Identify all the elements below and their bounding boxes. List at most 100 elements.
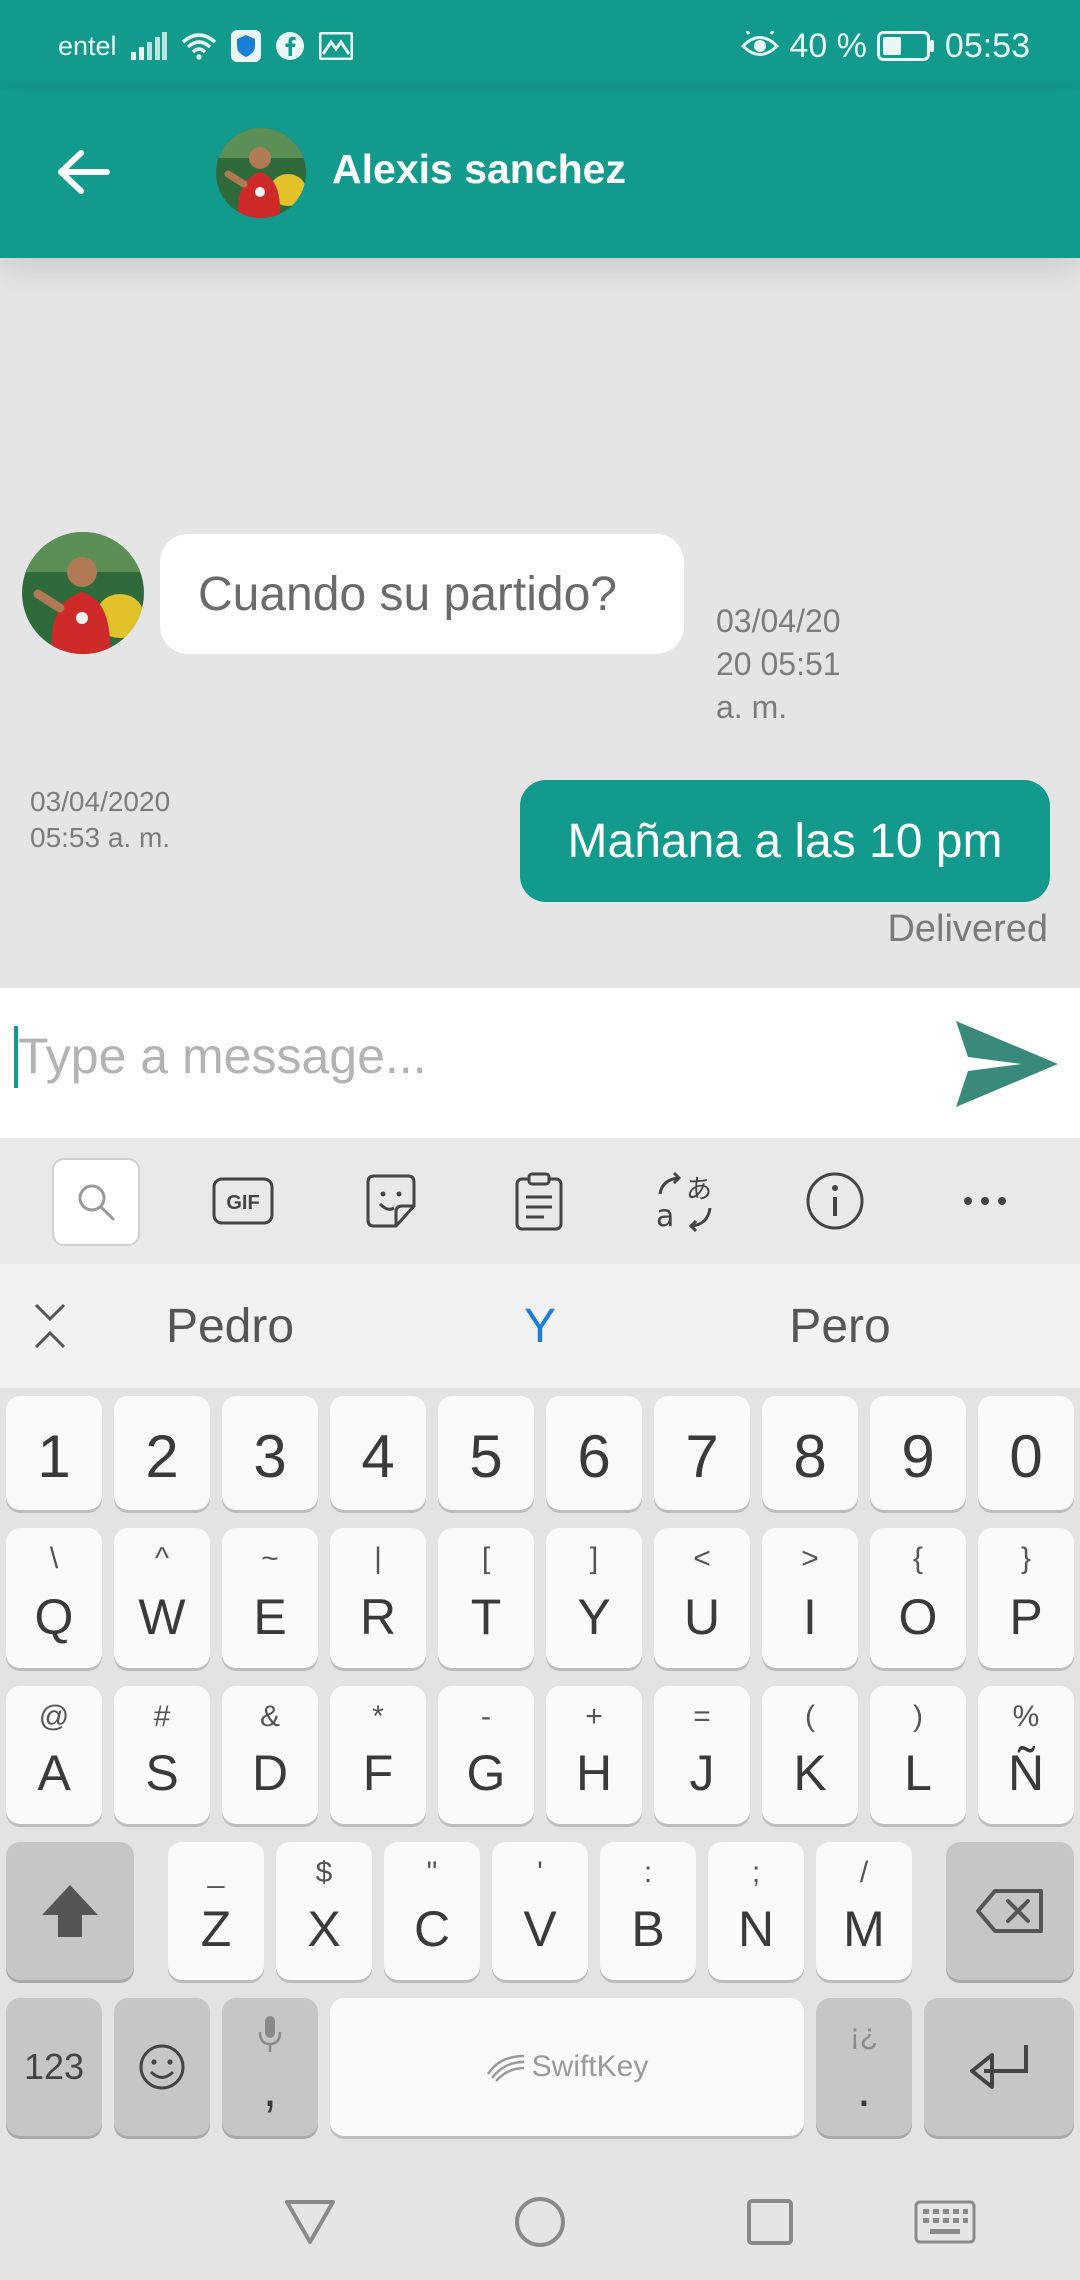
avatar[interactable] — [216, 128, 306, 218]
back-triangle-icon[interactable] — [275, 2192, 345, 2252]
key-5[interactable]: 5 — [438, 1396, 534, 1510]
key-p[interactable]: } P — [978, 1528, 1074, 1668]
key-c[interactable]: " C — [384, 1842, 480, 1980]
svg-text:a: a — [656, 1199, 674, 1232]
key-e[interactable]: ~ E — [222, 1528, 318, 1668]
mail-icon — [318, 32, 353, 60]
space-key[interactable]: SwiftKey — [330, 1998, 804, 2136]
numbers-key[interactable]: 123 — [6, 1998, 102, 2136]
key-r[interactable]: | R — [330, 1528, 426, 1668]
gif-icon[interactable]: GIF — [198, 1158, 288, 1244]
keyboard: 1 2 3 4 5 6 7 8 9 0 \ Q ^ W ~ E | R [T ] Y < U… — [0, 1388, 1080, 2160]
suggestion-right[interactable]: Pero — [720, 1264, 960, 1388]
key-g[interactable]: -G — [438, 1686, 534, 1824]
key-0[interactable]: 0 — [978, 1396, 1074, 1510]
space-brand-label: SwiftKey — [531, 2050, 649, 2083]
shift-icon — [42, 1885, 98, 1937]
key-7[interactable]: 7 — [654, 1396, 750, 1510]
gif-label: GIF — [226, 1192, 259, 1214]
status-bar: entel 40 % 05:53 — [0, 0, 1080, 90]
incoming-message-timestamp: 03/04/20 20 05:51 a. m. — [716, 603, 841, 725]
key-9[interactable]: 9 — [870, 1396, 966, 1510]
key-s[interactable]: # S — [114, 1686, 210, 1824]
emoji-icon — [139, 2044, 185, 2090]
swiftkey-logo-icon — [486, 2054, 524, 2082]
key-2[interactable]: 2 — [114, 1396, 210, 1510]
key-6[interactable]: 6 — [546, 1396, 642, 1510]
app-bar: Alexis sanchez — [0, 90, 1080, 258]
key-o[interactable]: {O — [870, 1528, 966, 1668]
key-j[interactable]: = J — [654, 1686, 750, 1824]
facebook-icon — [275, 31, 305, 61]
backspace-key[interactable] — [946, 1842, 1074, 1980]
key-n[interactable]: ; N — [708, 1842, 804, 1980]
key-4[interactable]: 4 — [330, 1396, 426, 1510]
sticker-icon[interactable] — [346, 1158, 436, 1244]
key-y[interactable]: ] Y — [546, 1528, 642, 1668]
carrier-label: entel — [58, 30, 117, 61]
key-v[interactable]: ' V — [492, 1842, 588, 1980]
key-enye[interactable]: % Ñ — [978, 1686, 1074, 1824]
enter-key[interactable] — [924, 1998, 1074, 2136]
eye-icon — [741, 31, 780, 61]
back-arrow-icon[interactable] — [52, 140, 116, 204]
microphone-icon — [258, 2016, 282, 2052]
key-8[interactable]: 8 — [762, 1396, 858, 1510]
outgoing-message-bubble[interactable]: Mañana a las 10 pm — [520, 780, 1050, 902]
info-icon[interactable] — [790, 1158, 880, 1244]
translate-icon[interactable]: aあ — [640, 1158, 730, 1244]
battery-icon — [876, 31, 935, 61]
period-key[interactable]: ¡¿ . — [816, 1998, 912, 2136]
incoming-message-text: Cuando su partido? — [198, 567, 617, 621]
signal-icon — [130, 32, 167, 60]
backspace-icon — [976, 1889, 1043, 1933]
suggestion-left[interactable]: Pedro — [110, 1264, 350, 1388]
key-1[interactable]: 1 — [6, 1396, 102, 1510]
key-q[interactable]: \ Q — [6, 1528, 102, 1668]
keyboard-toolbar: GIF aあ — [0, 1138, 1080, 1264]
key-i[interactable]: > I — [762, 1528, 858, 1668]
home-circle-icon[interactable] — [505, 2192, 575, 2252]
clock: 05:53 — [944, 26, 1030, 65]
key-m[interactable]: / M — [816, 1842, 912, 1980]
key-f[interactable]: * F — [330, 1686, 426, 1824]
suggestion-bar: Pedro Y Pero — [0, 1264, 1080, 1388]
outgoing-message-timestamp: 03/04/2020 05:53 a. m. — [30, 786, 171, 853]
key-d[interactable]: & D — [222, 1686, 318, 1824]
wifi-icon — [181, 32, 217, 60]
key-a[interactable]: @ A — [6, 1686, 102, 1824]
collapse-icon[interactable] — [28, 1298, 72, 1354]
shield-icon — [230, 30, 261, 62]
key-w[interactable]: ^ W — [114, 1528, 210, 1668]
key-t[interactable]: [T — [438, 1528, 534, 1668]
key-u[interactable]: < U — [654, 1528, 750, 1668]
key-b[interactable]: :B — [600, 1842, 696, 1980]
svg-text:あ: あ — [686, 1175, 712, 1205]
delivery-status: Delivered — [887, 908, 1048, 950]
message-composer — [0, 988, 1080, 1138]
search-icon[interactable] — [52, 1158, 140, 1246]
key-x[interactable]: $ X — [276, 1842, 372, 1980]
send-icon[interactable] — [950, 1018, 1062, 1110]
more-icon[interactable] — [940, 1158, 1030, 1244]
key-k[interactable]: (K — [762, 1686, 858, 1824]
message-input[interactable] — [18, 1016, 918, 1096]
clipboard-icon[interactable] — [494, 1158, 584, 1244]
battery-percent: 40 % — [789, 26, 867, 65]
key-3[interactable]: 3 — [222, 1396, 318, 1510]
comma-key[interactable]: , — [222, 1998, 318, 2136]
key-z[interactable]: _ Z — [168, 1842, 264, 1980]
recents-square-icon[interactable] — [735, 2192, 805, 2252]
key-h[interactable]: + H — [546, 1686, 642, 1824]
emoji-key[interactable] — [114, 1998, 210, 2136]
message-avatar[interactable] — [22, 532, 144, 654]
shift-key[interactable] — [6, 1842, 134, 1980]
incoming-message-bubble[interactable]: Cuando su partido? — [160, 534, 684, 654]
enter-icon — [970, 2045, 1028, 2089]
outgoing-message-text: Mañana a las 10 pm — [567, 814, 1003, 868]
navigation-bar — [0, 2160, 1080, 2280]
keyboard-icon[interactable] — [910, 2192, 980, 2252]
key-l[interactable]: ) L — [870, 1686, 966, 1824]
chat-title: Alexis sanchez — [332, 146, 626, 192]
suggestion-middle[interactable]: Y — [420, 1264, 660, 1388]
